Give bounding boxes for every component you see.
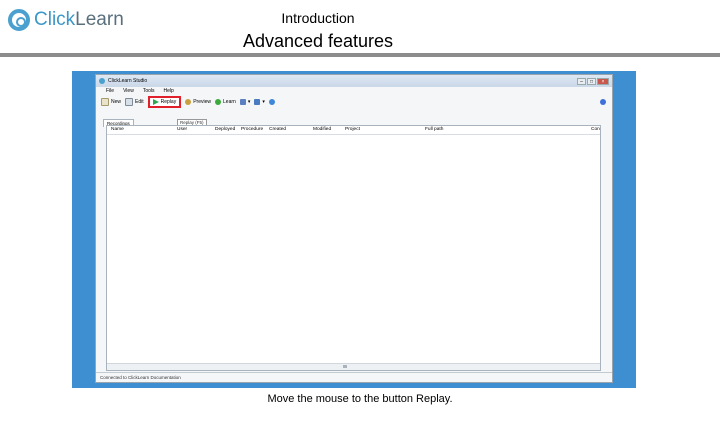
column-project[interactable]: Project (345, 127, 360, 132)
column-full-path[interactable]: Full path (425, 127, 443, 132)
publish-icon (239, 99, 246, 105)
play-icon (152, 99, 159, 105)
menu-file[interactable]: File (106, 88, 114, 94)
edit-button[interactable]: Edit (125, 98, 144, 106)
menu-help[interactable]: Help (164, 88, 174, 94)
export-dropdown[interactable]: ▾ (254, 99, 265, 105)
instruction-caption: Move the mouse to the button Replay. (267, 393, 453, 405)
grid-header: Name User Deployed Procedure Created Mod… (107, 126, 600, 135)
menu-view[interactable]: View (123, 88, 134, 94)
new-doc-icon (101, 98, 109, 106)
window-title: ClickLearn Studio (108, 78, 148, 84)
help-button[interactable] (600, 99, 606, 105)
replay-button[interactable]: Replay (147, 96, 182, 108)
publish-dropdown[interactable]: ▾ (239, 99, 251, 105)
menu-tools[interactable]: Tools (143, 88, 155, 94)
preview-button[interactable]: Preview (185, 99, 211, 105)
export-icon (254, 99, 261, 105)
close-button[interactable]: × (597, 77, 609, 85)
status-bar: Connected to ClickLearn Documentation (96, 372, 612, 382)
header-divider (0, 53, 720, 57)
app-window: ClickLearn Studio – □ × File View Tools … (95, 74, 613, 383)
learn-icon (215, 99, 222, 105)
column-deployed[interactable]: Deployed (215, 127, 235, 132)
minimize-button[interactable]: – (577, 77, 586, 85)
column-created[interactable]: Created (269, 127, 286, 132)
column-name[interactable]: Name (111, 127, 124, 132)
column-modified[interactable]: Modified (313, 127, 331, 132)
edit-icon (125, 98, 134, 106)
toolbar: New Edit Replay Preview Learn ▾ ▾ (96, 95, 612, 109)
help-icon (600, 99, 606, 105)
slide-title: Advanced features (242, 31, 394, 51)
learn-button[interactable]: Learn (215, 99, 236, 105)
column-con[interactable]: Con (591, 127, 600, 132)
column-procedure[interactable]: Procedure (241, 127, 263, 132)
slide-subtitle: Introduction (281, 10, 355, 26)
scroll-thumb[interactable] (343, 365, 347, 368)
preview-icon (185, 99, 192, 105)
app-icon (99, 78, 105, 84)
column-user[interactable]: User (177, 127, 187, 132)
refresh-icon (268, 99, 275, 105)
refresh-button[interactable] (268, 99, 275, 105)
menu-bar: File View Tools Help (96, 87, 612, 95)
chevron-down-icon: ▾ (262, 99, 265, 105)
maximize-button[interactable]: □ (587, 77, 596, 85)
recordings-grid[interactable]: Name User Deployed Procedure Created Mod… (106, 125, 601, 371)
chevron-down-icon: ▾ (247, 99, 251, 105)
new-button[interactable]: New (101, 98, 121, 106)
horizontal-scrollbar[interactable] (107, 363, 600, 370)
window-titlebar: ClickLearn Studio – □ × (96, 75, 612, 87)
